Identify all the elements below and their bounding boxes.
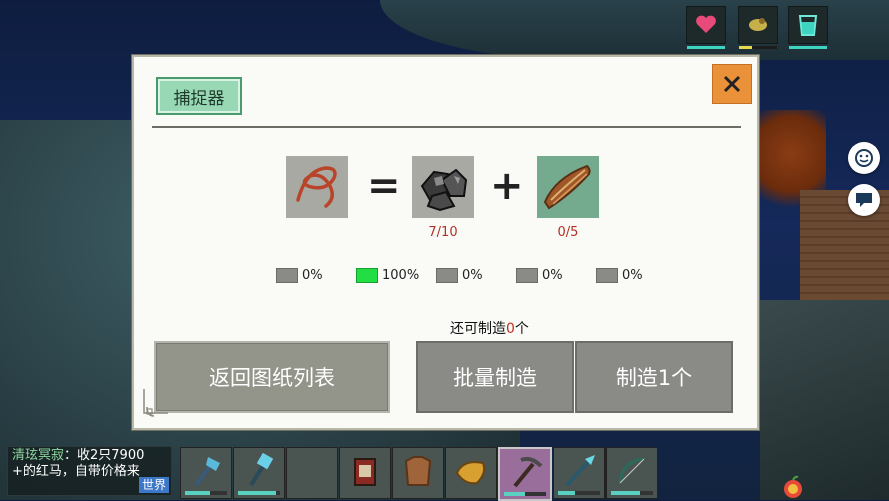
- probability-1: 0%: [276, 265, 323, 285]
- plus-sign: +: [490, 163, 524, 209]
- ice-axe-icon: [194, 457, 220, 487]
- corner-ornament-icon: [143, 389, 168, 417]
- leather-armor-icon: [404, 456, 432, 486]
- cup-icon: [798, 15, 818, 36]
- probability-indicator: [356, 267, 378, 283]
- probability-indicator: [436, 267, 458, 283]
- pickaxe-icon: [513, 456, 543, 488]
- thirst-status: [788, 6, 828, 49]
- horn-icon: [455, 461, 486, 485]
- wood-count: 0/5: [557, 225, 579, 240]
- chat-sender: 清玹冥寂: [12, 448, 65, 463]
- stone-icon: [420, 168, 468, 212]
- chat-message[interactable]: 清玹冥寂：收2只7900 +的红马，自带价格来 世界: [7, 446, 172, 496]
- close-icon: [723, 75, 741, 93]
- smiley-icon: [855, 149, 873, 167]
- heart-icon: [696, 15, 716, 33]
- probability-4: 0%: [516, 265, 563, 285]
- hotbar-slot-3[interactable]: [286, 447, 338, 499]
- emote-button[interactable]: [848, 142, 880, 174]
- hunger-status: [738, 6, 778, 49]
- lantern-icon: [354, 458, 376, 486]
- ice-spear-icon: [565, 455, 595, 487]
- hotbar-slot-9[interactable]: [606, 447, 658, 499]
- watermark-logo: [781, 474, 889, 500]
- result-item-slot[interactable]: [286, 156, 348, 218]
- hotbar-slot-2[interactable]: [233, 447, 285, 499]
- hotbar-slot-1[interactable]: [180, 447, 232, 499]
- crafting-dialog: 捕捉器 = + 7/10 0/5 0% 100% 0% 0% 0% 还可制造0个…: [132, 55, 759, 430]
- ingredient-slot-wood[interactable]: [537, 156, 599, 218]
- probability-2: 100%: [356, 265, 419, 285]
- hotbar-slot-5[interactable]: [392, 447, 444, 499]
- probability-3: 0%: [436, 265, 483, 285]
- equals-sign: =: [367, 163, 401, 209]
- probability-indicator: [516, 267, 538, 283]
- background-ground: [760, 300, 889, 500]
- craftable-count-label: 还可制造0个: [450, 321, 529, 337]
- probability-indicator: [596, 267, 618, 283]
- hotbar-slot-6[interactable]: [445, 447, 497, 499]
- hotbar-slot-8[interactable]: [553, 447, 605, 499]
- stone-count: 7/10: [428, 225, 458, 240]
- batch-craft-button[interactable]: 批量制造: [416, 341, 574, 413]
- ingredient-slot-stone[interactable]: [412, 156, 474, 218]
- recipe-title: 捕捉器: [156, 77, 242, 115]
- back-to-blueprints-button[interactable]: 返回图纸列表: [154, 341, 390, 413]
- craft-one-button[interactable]: 制造1个: [575, 341, 733, 413]
- ice-hammer-icon: [249, 453, 274, 487]
- rope-trap-icon: [296, 166, 337, 208]
- hotbar-slot-7-selected[interactable]: [498, 447, 552, 501]
- apple-logo-icon: [784, 475, 802, 498]
- chat-channel-badge: 世界: [138, 477, 169, 493]
- health-status: [686, 6, 726, 49]
- speech-bubble-icon: [856, 193, 872, 207]
- chat-button[interactable]: [848, 184, 880, 216]
- probability-5: 0%: [596, 265, 643, 285]
- title-divider: [152, 126, 741, 128]
- probability-indicator: [276, 267, 298, 283]
- food-icon: [749, 18, 767, 31]
- hotbar-slot-4[interactable]: [339, 447, 391, 499]
- close-button[interactable]: [712, 64, 752, 104]
- wood-bark-icon: [543, 164, 591, 210]
- bow-icon: [618, 457, 645, 484]
